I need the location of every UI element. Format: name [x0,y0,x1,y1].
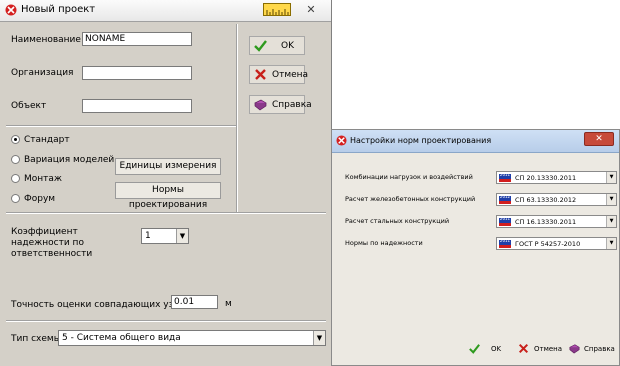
flag-year: 2011 [499,172,511,177]
norm-value: ГОСТ Р 54257-2010 [515,240,581,248]
chevron-down-icon[interactable]: ▼ [606,216,616,227]
separator [6,125,236,127]
norm-row-label: Расчет железобетонных конструкций [345,195,476,203]
reliability-value: 1 [145,231,151,241]
norm-row-label: Комбинации нагрузок и воздействий [345,173,473,181]
object-input[interactable] [82,99,192,113]
book-icon [569,344,580,354]
radio-standard[interactable] [11,135,20,144]
flag-year: 2012 [499,194,511,199]
help-button[interactable]: Справка [569,341,617,358]
ok-button[interactable]: OK [249,36,305,55]
radio-forum[interactable] [11,194,20,203]
organization-label: Организация [11,68,74,78]
norm-value: СП 20.13330.2011 [515,174,577,182]
help-label: Справка [272,100,312,110]
precision-input[interactable]: 0.01 [171,295,218,309]
radio-model-variation[interactable] [11,155,20,164]
chevron-down-icon[interactable]: ▼ [606,238,616,249]
help-label: Справка [584,345,615,353]
name-input[interactable]: NONAME [82,32,192,46]
name-label: Наименование [11,35,81,45]
app-icon [5,4,17,16]
object-label: Объект [11,101,47,111]
norm-value: СП 63.13330.2012 [515,196,577,204]
precision-label: Точность оценки совпадающих узлов [11,300,190,310]
radio-mounting[interactable] [11,174,20,183]
norm-select[interactable]: 2011 ГОСТ Р 54257-2010 ▼ [496,237,617,250]
radio-forum-label: Форум [24,194,56,204]
radio-model-variation-label: Вариация моделей [24,155,115,165]
scheme-label: Тип схемы [11,334,61,344]
norm-select[interactable]: 2012 СП 63.13330.2012 ▼ [496,193,617,206]
close-icon[interactable]: ✕ [584,132,614,146]
radio-standard-label: Стандарт [24,135,70,145]
title-bar: Настройки норм проектирования ✕ [332,130,619,153]
norm-value: СП 16.13330.2011 [515,218,577,226]
norm-row-label: Нормы по надежности [345,239,423,247]
help-button[interactable]: Справка [249,95,312,114]
separator [6,320,326,322]
cancel-button[interactable]: Отмена [518,341,564,358]
close-icon[interactable]: ✕ [303,3,319,17]
reliability-select[interactable]: 1 ▼ [141,228,189,244]
cancel-label: Отмена [272,70,309,80]
cancel-button[interactable]: Отмена [249,65,309,84]
ok-label: OK [281,41,294,51]
chevron-down-icon[interactable]: ▼ [606,172,616,183]
radio-mounting-label: Монтаж [24,174,63,184]
scheme-value: 5 - Система общего вида [62,333,181,343]
cross-icon [255,69,266,80]
check-icon [254,40,267,52]
check-icon [469,344,480,354]
ok-button[interactable]: OK [469,341,507,358]
norm-select[interactable]: 2011 СП 20.13330.2011 ▼ [496,171,617,184]
flag-year: 2011 [499,216,511,221]
cross-icon [518,343,529,354]
norm-select[interactable]: 2011 СП 16.13330.2011 ▼ [496,215,617,228]
cancel-label: Отмена [534,345,563,353]
chevron-down-icon[interactable]: ▼ [313,331,325,345]
vertical-separator [236,24,238,212]
window-title: Настройки норм проектирования [350,136,492,145]
title-bar: Новый проект ✕ [0,0,331,22]
scheme-select[interactable]: 5 - Система общего вида ▼ [58,330,326,346]
precision-unit: м [225,299,232,309]
new-project-dialog: Новый проект ✕ Наименование NONAME Орган… [0,0,332,366]
ok-label: OK [491,345,502,353]
separator [6,212,326,214]
app-icon [336,135,347,146]
norm-row-label: Расчет стальных конструкций [345,217,450,225]
chevron-down-icon[interactable]: ▼ [606,194,616,205]
design-norms-button[interactable]: Нормы проектирования [115,182,221,210]
flag-year: 2011 [499,238,511,243]
chevron-down-icon[interactable]: ▼ [176,229,188,243]
book-icon [254,99,267,111]
ruler-icon[interactable] [263,3,291,16]
reliability-label: Коэффициент надежности по ответственност… [11,227,93,259]
organization-input[interactable] [82,66,192,80]
window-title: Новый проект [21,4,96,15]
units-button[interactable]: Единицы измерения [115,158,221,175]
design-norms-dialog: Настройки норм проектирования ✕ Комбинац… [331,129,620,366]
